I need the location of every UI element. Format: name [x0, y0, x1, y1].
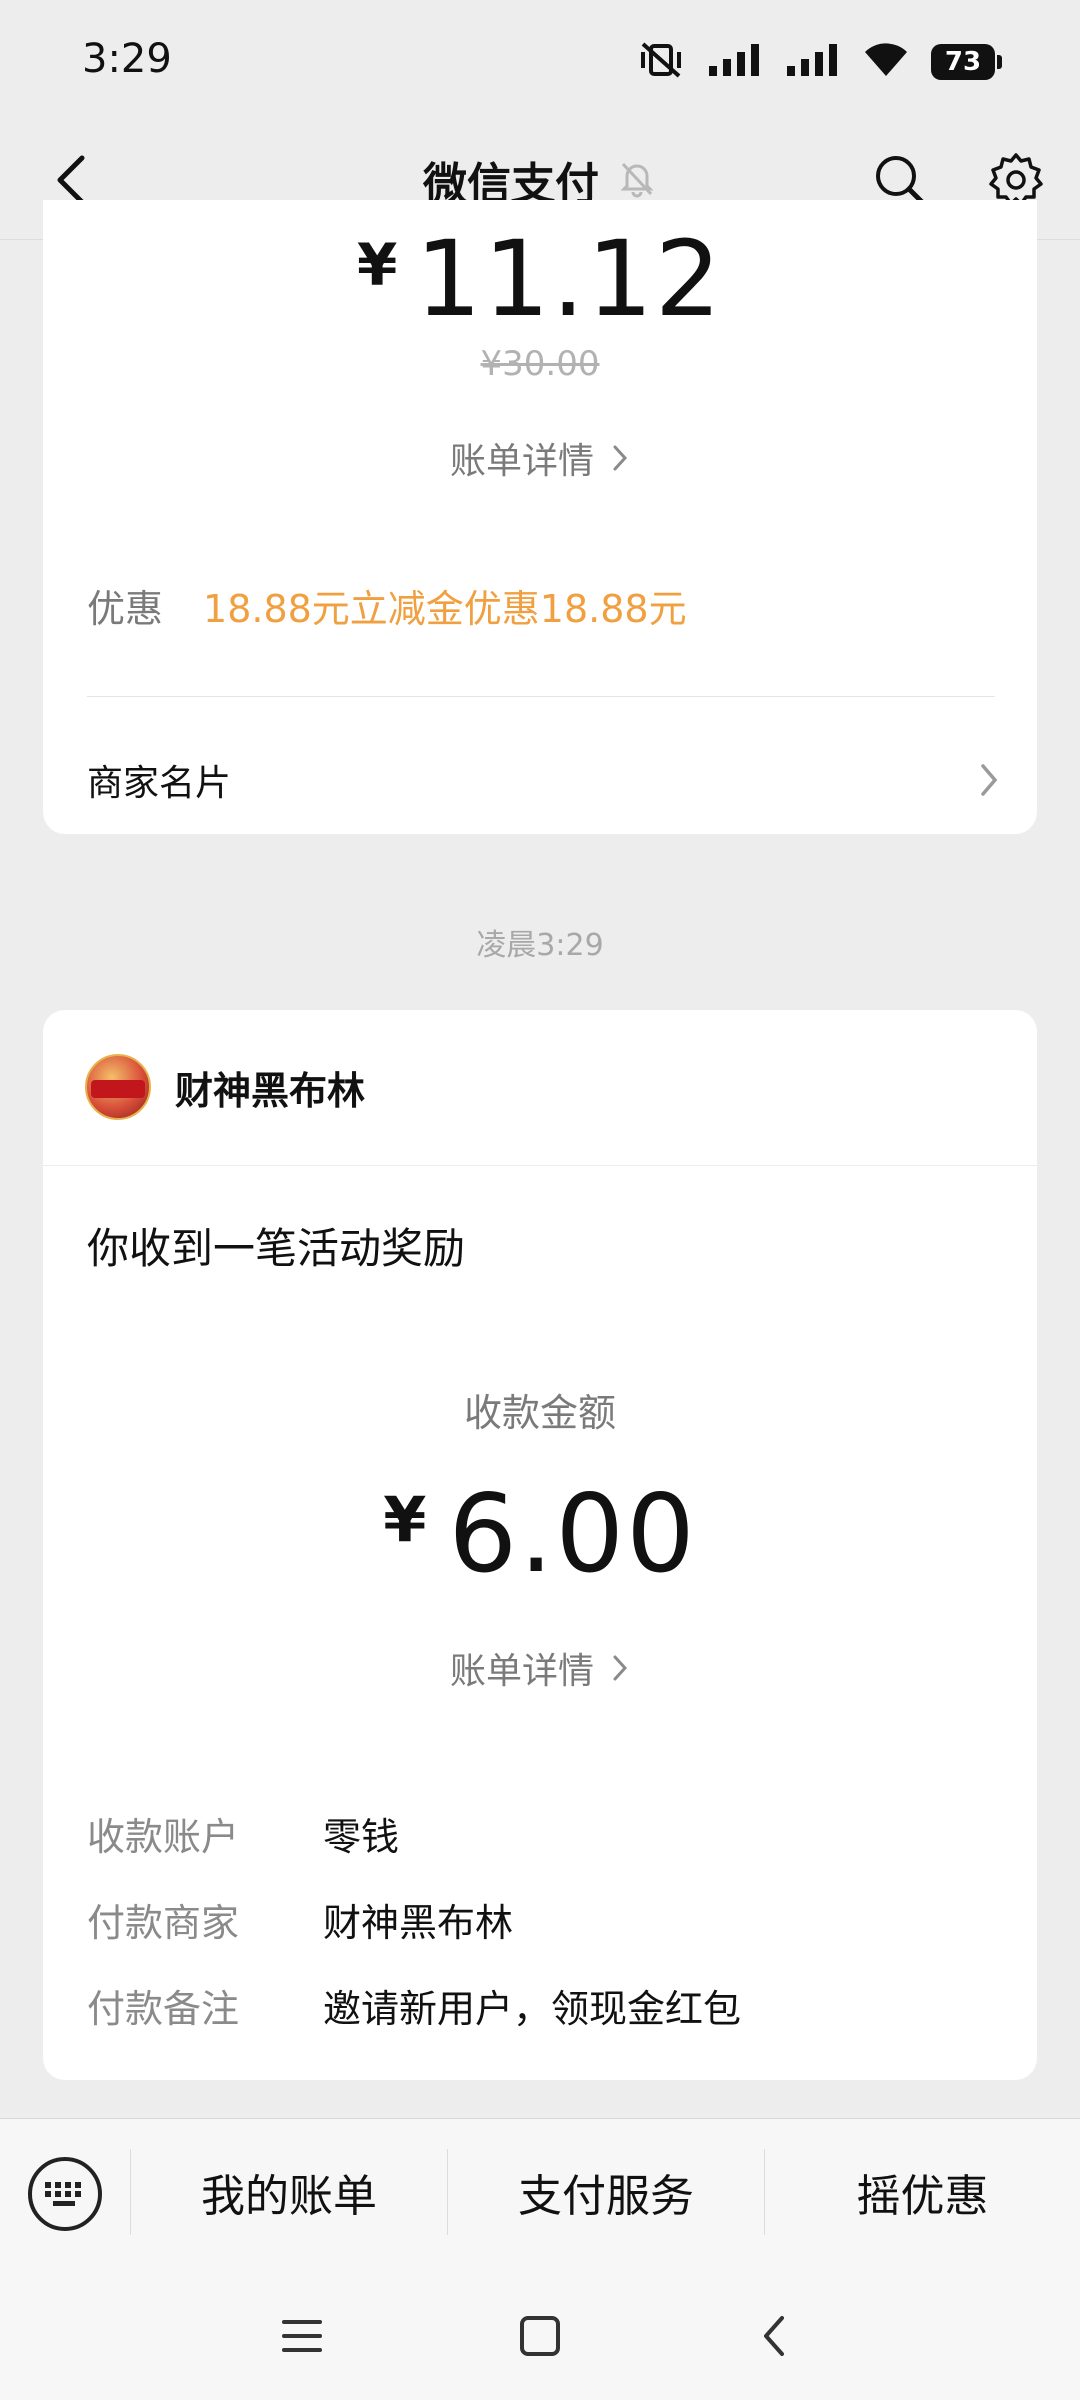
yen-symbol: ¥: [383, 1483, 427, 1556]
mute-bell-icon: [617, 158, 657, 202]
chevron-right-icon: [613, 1655, 628, 1681]
sender-row[interactable]: 财神黑布林: [85, 1054, 365, 1120]
bill-detail-label: 账单详情: [449, 1651, 594, 1692]
signal-icon: [707, 42, 763, 82]
info-value: 邀请新用户，领现金红包: [323, 1986, 742, 2031]
info-row-merchant: 付款商家 财神黑布林: [87, 1876, 741, 1962]
amount-value: 11.12: [415, 218, 724, 340]
bottom-tab-bar: 我的账单 支付服务 摇优惠: [0, 2118, 1080, 2272]
info-row-account: 收款账户 零钱: [87, 1790, 741, 1876]
vibrate-mute-icon: [637, 40, 685, 84]
reward-card[interactable]: 财神黑布林 你收到一笔活动奖励 收款金额 ¥ 6.00 账单详情 收款账户 零钱…: [43, 1010, 1037, 2080]
home-button[interactable]: [500, 2296, 580, 2376]
merchant-card-row[interactable]: 商家名片: [87, 740, 1001, 820]
yen-symbol: ¥: [356, 231, 398, 299]
tab-shake-offers[interactable]: 摇优惠: [765, 2149, 1080, 2235]
discount-label: 优惠: [87, 587, 164, 631]
sender-name: 财神黑布林: [175, 1068, 366, 1113]
reward-amount: ¥ 6.00: [43, 1472, 1037, 1597]
info-label: 付款商家: [87, 1900, 240, 1945]
signal-icon-2: [785, 42, 841, 82]
amount-label: 收款金额: [463, 1391, 616, 1435]
system-nav-bar: [0, 2272, 1080, 2400]
menu-icon: [282, 2320, 322, 2352]
info-value: 零钱: [323, 1814, 400, 1859]
nav-back-button[interactable]: [734, 2296, 814, 2376]
discount-row: 优惠 18.88元立减金优惠18.88元: [87, 578, 687, 633]
notice-title: 你收到一笔活动奖励: [87, 1224, 466, 1273]
bill-detail-link[interactable]: 账单详情: [43, 1642, 1037, 1694]
info-label: 付款备注: [87, 1986, 240, 2031]
info-value: 财神黑布林: [323, 1900, 514, 1945]
divider: [43, 1165, 1037, 1166]
message-timestamp: 凌晨3:29: [476, 928, 604, 963]
merchant-card-label: 商家名片: [87, 763, 232, 804]
bill-detail-label: 账单详情: [449, 441, 594, 482]
status-time: 3:29: [82, 36, 172, 82]
payment-amount: ¥ 11.12: [43, 218, 1037, 340]
info-label: 收款账户: [87, 1814, 240, 1859]
status-icons: 73: [637, 38, 1002, 86]
info-row-note: 付款备注 邀请新用户，领现金红包: [87, 1962, 741, 2048]
status-bar: 3:29 73: [0, 0, 1080, 120]
wifi-icon: [863, 42, 909, 82]
home-square-icon: [520, 2316, 560, 2356]
keyboard-icon: [45, 2182, 81, 2206]
chevron-right-icon: [613, 445, 628, 471]
original-price: ¥30.00: [480, 344, 600, 384]
keyboard-button[interactable]: [28, 2157, 102, 2231]
amount-value: 6.00: [448, 1472, 697, 1597]
chevron-right-icon: [981, 764, 998, 796]
sender-avatar: [85, 1054, 151, 1120]
discount-value: 18.88元立减金优惠18.88元: [203, 587, 687, 631]
chevron-left-icon: [764, 2316, 784, 2356]
payment-card: ¥ 11.12 ¥30.00 账单详情 优惠 18.88元立减金优惠18.88元…: [43, 200, 1037, 834]
bill-detail-link[interactable]: 账单详情: [43, 432, 1037, 484]
tab-payment-services[interactable]: 支付服务: [448, 2149, 764, 2235]
info-rows: 收款账户 零钱 付款商家 财神黑布林 付款备注 邀请新用户，领现金红包: [87, 1790, 741, 2048]
menu-button[interactable]: [262, 2296, 342, 2376]
divider: [87, 696, 995, 697]
tab-my-bills[interactable]: 我的账单: [131, 2149, 447, 2235]
battery-level: 73: [931, 44, 995, 80]
battery-icon: 73: [931, 44, 1002, 80]
